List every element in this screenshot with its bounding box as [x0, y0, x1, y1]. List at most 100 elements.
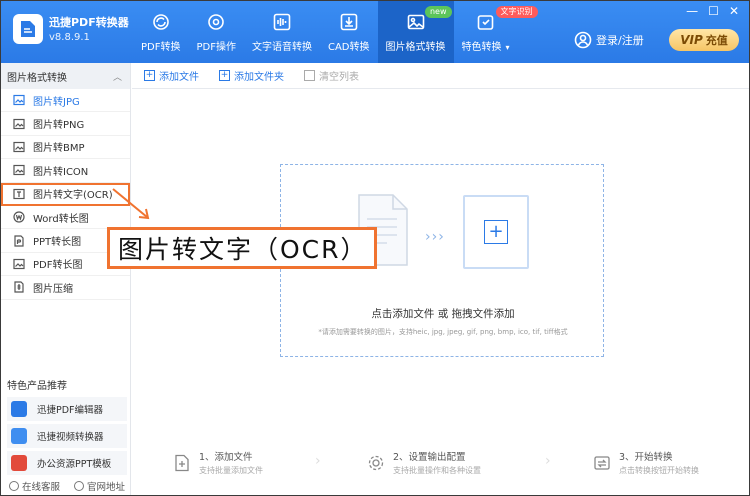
featured-label: 办公资源PPT模板	[37, 459, 112, 470]
featured-ppt-template[interactable]: 办公资源PPT模板	[7, 451, 127, 475]
compress-icon	[13, 281, 25, 293]
nav-special-convert[interactable]: 文字识别 特色转换 ▾	[454, 1, 538, 63]
nav-label: PDF操作	[196, 41, 236, 53]
annotation-arrow-icon	[112, 188, 150, 220]
nav-label: CAD转换	[327, 41, 370, 53]
sidebar-item-label: PPT转长图	[33, 237, 82, 249]
dropzone-instruction: 点击添加文件 或 拖拽文件添加	[371, 308, 515, 320]
clear-list-button[interactable]: 清空列表	[304, 68, 359, 83]
annotation-callout: 图片转文字（OCR）	[107, 227, 377, 269]
globe-icon	[74, 481, 85, 491]
sidebar-item-bmp[interactable]: 图片转BMP	[1, 136, 130, 160]
add-folder-button[interactable]: + 添加文件夹	[219, 68, 284, 83]
sidebar-header[interactable]: 图片格式转换 ︿	[1, 63, 130, 89]
sidebar-footer: 在线客服 官网地址	[9, 479, 125, 493]
chevron-down-icon: ▾	[505, 42, 510, 52]
login-label: 登录/注册	[596, 34, 644, 47]
video-converter-icon	[11, 428, 27, 444]
add-file-button[interactable]: + 添加文件	[144, 68, 199, 83]
sidebar-item-icon[interactable]: 图片转ICON	[1, 159, 130, 183]
new-badge: new	[424, 6, 452, 18]
maximize-button[interactable]: ☐	[708, 4, 719, 18]
sidebar-item-label: 图片转BMP	[33, 143, 85, 155]
nav-text-speech[interactable]: 文字语音转换	[244, 1, 320, 63]
image-file-icon	[13, 94, 25, 106]
plus-icon: +	[484, 220, 508, 244]
compass-icon	[206, 12, 226, 32]
convert-icon	[593, 454, 611, 472]
sidebar-title: 图片格式转换	[7, 72, 67, 84]
close-button[interactable]: ✕	[729, 4, 739, 18]
plus-icon: +	[144, 70, 155, 81]
online-service-link[interactable]: 在线客服	[9, 479, 60, 493]
refresh-icon	[151, 12, 171, 32]
featured-label: 迅捷PDF编辑器	[37, 405, 104, 416]
chevron-right-icon: ›	[545, 453, 551, 469]
arrow-right-icon: ›››	[425, 229, 445, 245]
sidebar: 图片格式转换 ︿ 图片转JPG 图片转PNG 图片转BMP 图片转ICON 图片…	[1, 63, 131, 495]
audio-wave-icon	[272, 12, 292, 32]
headset-icon	[9, 481, 19, 491]
steps-bar: 1、添加文件 支持批量添加文件 › 2、设置输出配置 支持批量操作和各种设置 › 3…	[173, 449, 733, 477]
folder-plus-icon: +	[219, 70, 230, 81]
vip-recharge-button[interactable]: VIP 充值	[669, 29, 739, 51]
featured-title: 特色产品推荐	[7, 381, 67, 392]
ppt-template-icon	[11, 455, 27, 471]
nav-image-convert[interactable]: new 图片格式转换	[377, 1, 454, 63]
ppt-icon	[13, 234, 25, 247]
featured-pdf-editor[interactable]: 迅捷PDF编辑器	[7, 397, 127, 421]
toolbar: + 添加文件 + 添加文件夹 清空列表	[132, 63, 749, 89]
vip-label: 充值	[705, 34, 728, 47]
dropzone-hint: *请添加需要转换的图片，支持heic, jpg, jpeg, gif, png,…	[318, 328, 568, 336]
nav-label: 图片格式转换	[385, 41, 446, 53]
nav-pdf-convert[interactable]: PDF转换	[133, 1, 188, 63]
app-window: 迅捷PDF转换器 v8.8.9.1 PDF转换 PDF操作 文字语音转换 CAD…	[0, 0, 750, 496]
featured-video-converter[interactable]: 迅捷视频转换器	[7, 424, 127, 448]
file-plus-icon	[173, 454, 191, 472]
main-nav: PDF转换 PDF操作 文字语音转换 CAD转换 new 图片格式转换 文字识别	[133, 1, 538, 63]
header-bar: 迅捷PDF转换器 v8.8.9.1 PDF转换 PDF操作 文字语音转换 CAD…	[1, 1, 749, 63]
step-start: 3、开始转换 点击转换按钮开始转换	[593, 449, 699, 476]
sidebar-item-label: 图片转ICON	[33, 166, 89, 178]
sidebar-item-label: 图片压缩	[33, 283, 73, 295]
vip-mark: VIP	[680, 33, 703, 47]
ocr-badge: 文字识别	[495, 6, 538, 18]
nav-label: 文字语音转换	[251, 41, 312, 53]
featured-label: 迅捷视频转换器	[37, 432, 104, 443]
gear-icon	[367, 454, 385, 472]
trash-icon	[304, 70, 315, 81]
sidebar-item-label: Word转长图	[33, 213, 89, 225]
sidebar-item-jpg[interactable]: 图片转JPG	[1, 89, 130, 113]
user-icon	[574, 31, 592, 49]
image-file-icon	[13, 164, 25, 176]
image-icon	[406, 12, 426, 32]
sidebar-item-compress[interactable]: 图片压缩	[1, 276, 130, 300]
step-settings: 2、设置输出配置 支持批量操作和各种设置	[367, 449, 481, 476]
word-icon	[13, 211, 25, 223]
step-add-file: 1、添加文件 支持批量添加文件	[173, 449, 263, 476]
nav-label: 特色转换 ▾	[461, 41, 510, 53]
text-box-icon	[13, 188, 25, 200]
sidebar-item-label: 图片转JPG	[33, 96, 80, 108]
pdf-logo-icon	[21, 21, 35, 37]
sidebar-item-label: PDF转长图	[33, 260, 83, 272]
nav-label: PDF转换	[141, 41, 181, 53]
chevron-right-icon: ›	[315, 453, 321, 469]
minimize-button[interactable]: —	[686, 4, 698, 18]
login-button[interactable]: 登录/注册	[574, 31, 644, 49]
window-controls: — ☐ ✕	[686, 4, 739, 18]
website-link[interactable]: 官网地址	[74, 479, 125, 493]
add-file-area[interactable]: +	[463, 195, 529, 269]
image-file-icon	[13, 118, 25, 130]
download-box-icon	[339, 12, 359, 32]
image-file-icon	[13, 258, 25, 270]
nav-cad-convert[interactable]: CAD转换	[320, 1, 378, 63]
nav-pdf-operate[interactable]: PDF操作	[188, 1, 243, 63]
app-version: v8.8.9.1	[49, 32, 90, 43]
chevron-up-icon[interactable]: ︿	[113, 70, 122, 83]
pdf-editor-icon	[11, 401, 27, 417]
sidebar-item-png[interactable]: 图片转PNG	[1, 112, 130, 136]
image-file-icon	[13, 141, 25, 153]
app-name: 迅捷PDF转换器	[49, 16, 129, 29]
sidebar-item-label: 图片转文字(OCR)	[33, 190, 113, 202]
